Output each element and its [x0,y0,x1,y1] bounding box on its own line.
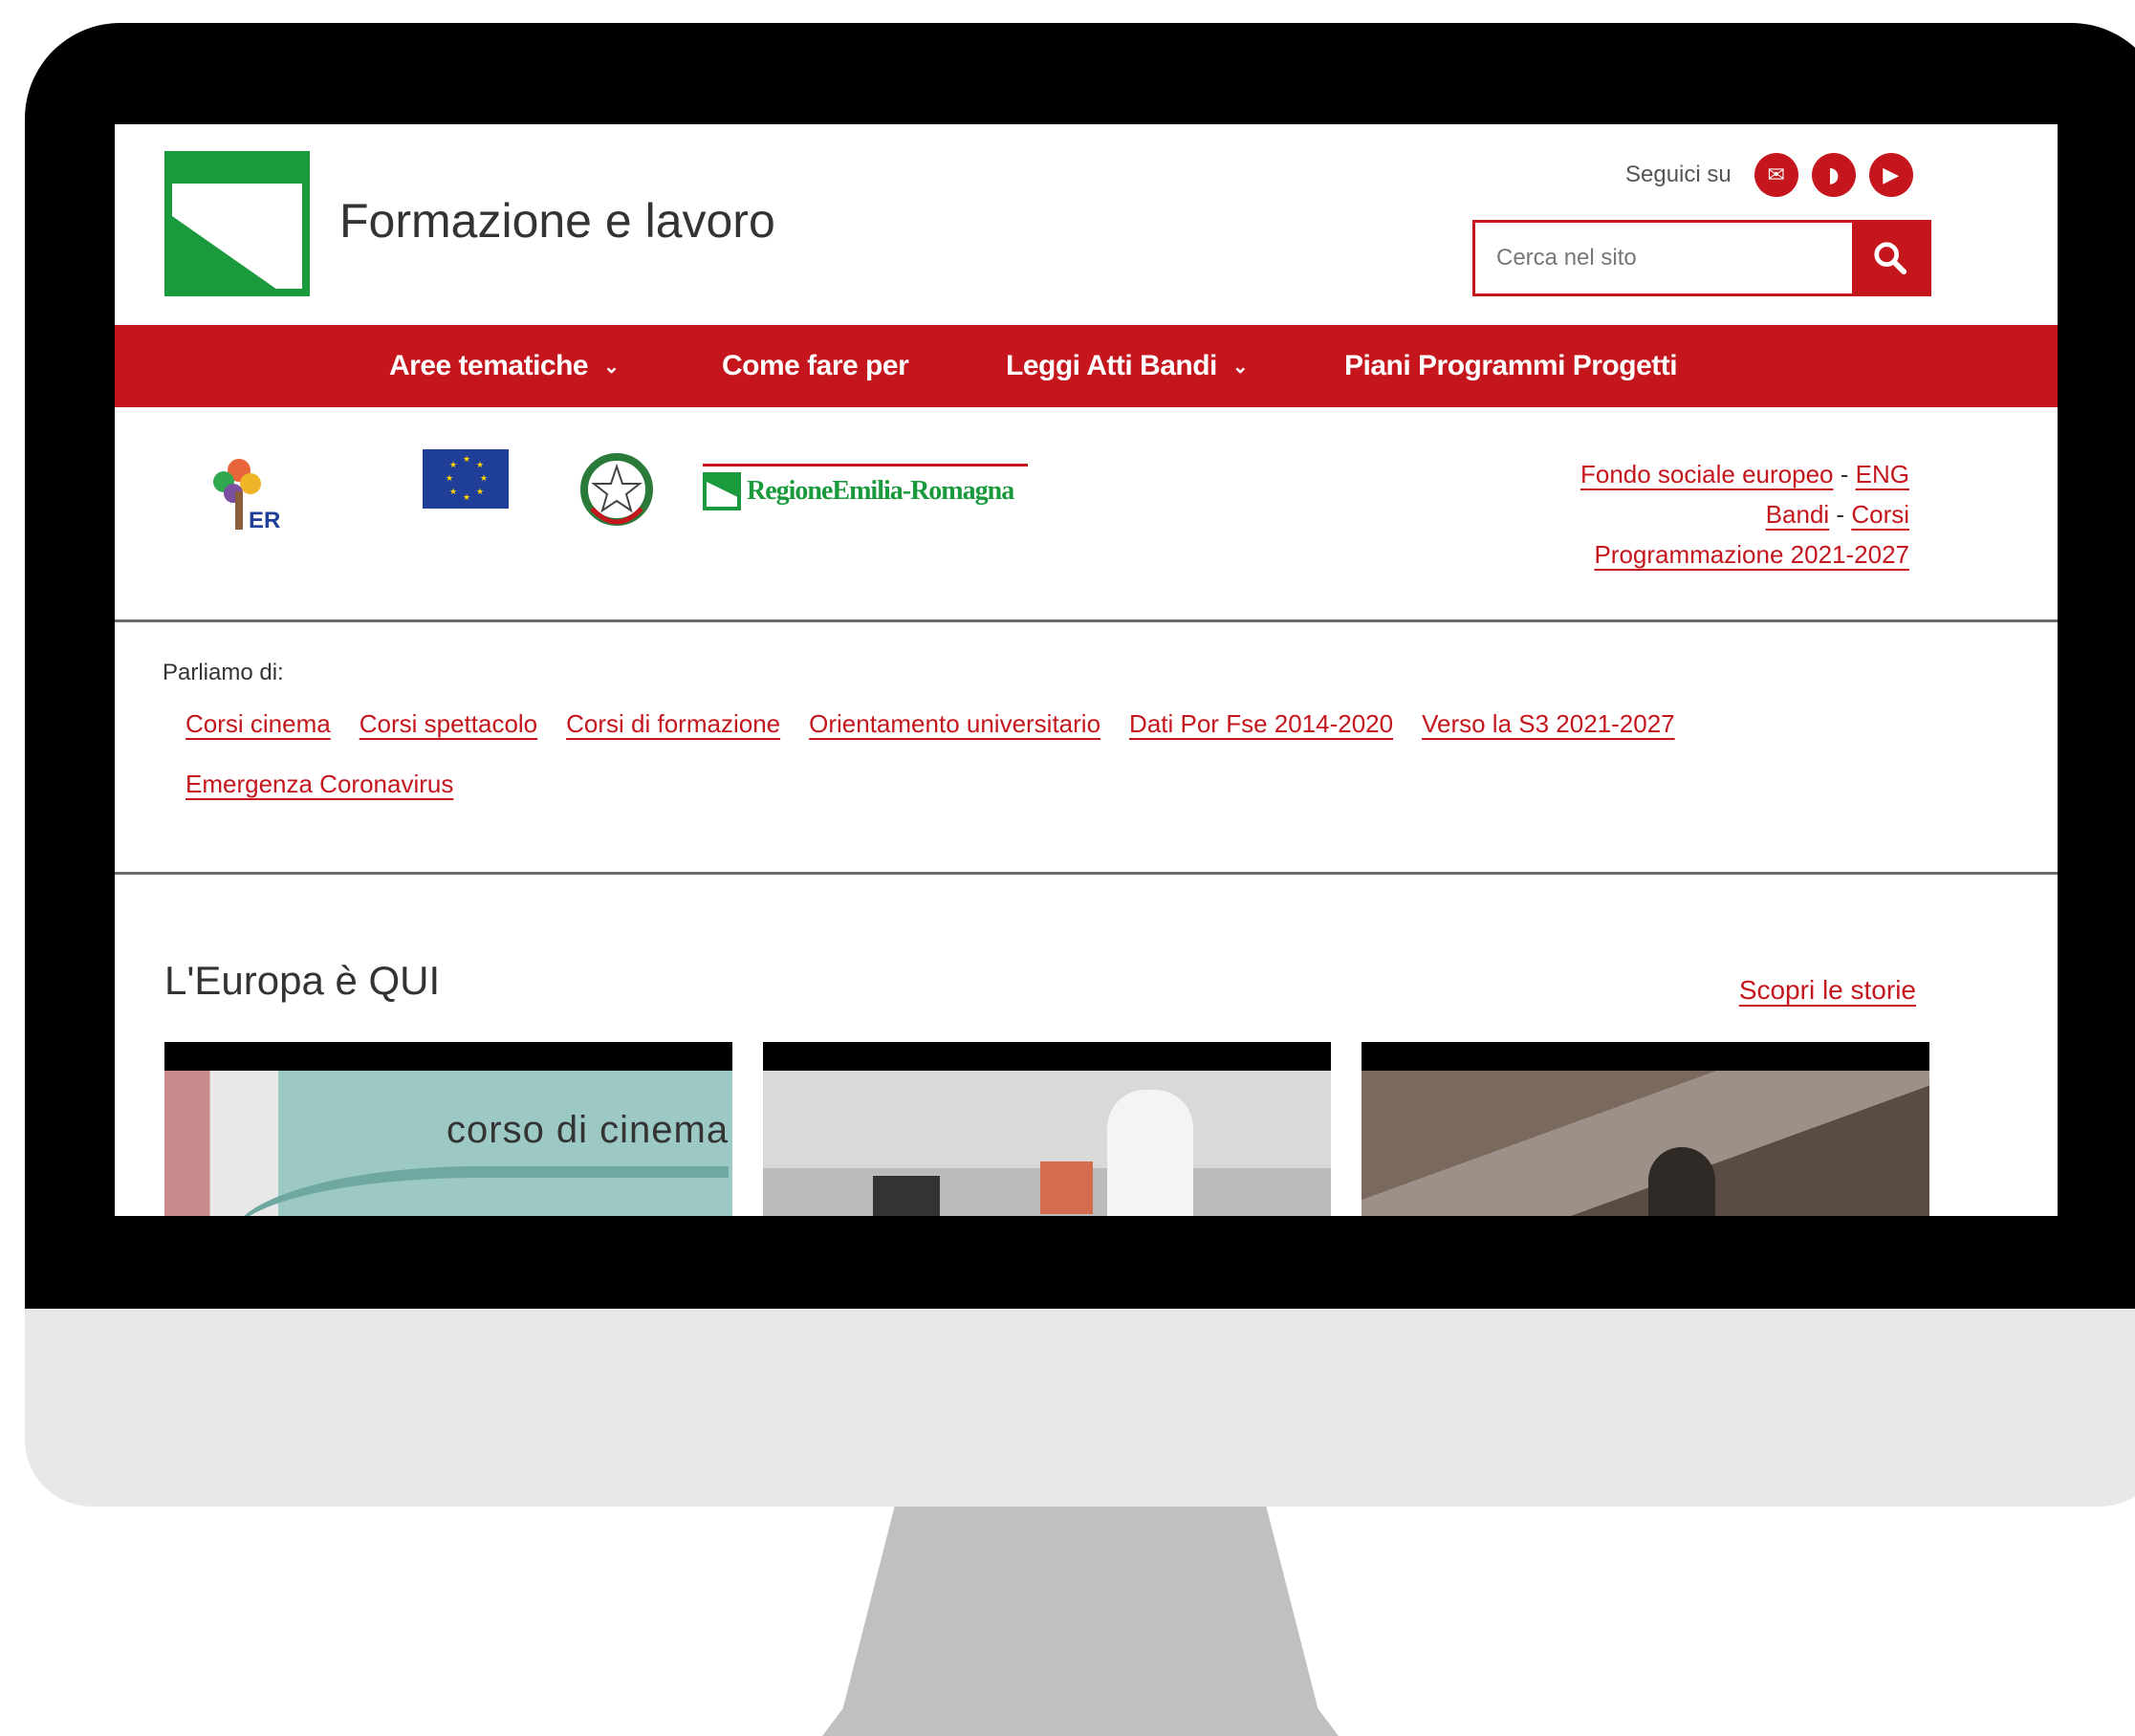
video-card[interactable]: corso di cinema [164,1042,732,1216]
nav-label: Piani Programmi Progetti [1344,350,1678,381]
er-tree-logo: ER [184,449,346,535]
link-bandi[interactable]: Bandi [1766,500,1830,529]
video-thumbnail [763,1071,1331,1216]
video-card[interactable] [763,1042,1331,1216]
regione-emilia-romagna-logo[interactable]: RegioneEmilia-Romagna [703,464,1028,516]
tag-link[interactable]: Corsi di formazione [566,709,780,739]
nav-leggi-atti-bandi[interactable]: Leggi Atti Bandi ⌄ [1006,325,1249,407]
separator: - [1840,460,1849,488]
nav-aree-tematiche[interactable]: Aree tematiche ⌄ [389,325,620,407]
search-button[interactable] [1852,223,1928,293]
discover-stories-link[interactable]: Scopri le storie [1739,975,1916,1005]
link-fondo-sociale-europeo[interactable]: Fondo sociale europeo [1580,460,1834,488]
follow-label: Seguici su [1625,162,1732,187]
monitor-chin [25,1309,2135,1507]
video-thumbnail: corso di cinema [164,1071,732,1216]
tag-link[interactable]: Emergenza Coronavirus [185,770,1906,799]
rss-icon[interactable]: ◗ [1811,153,1856,197]
social-follow: Seguici su ✉ ◗ ▶ [1625,151,1913,199]
divider [115,872,2058,875]
tag-link[interactable]: Verso la S3 2021-2027 [1422,709,1675,739]
nav-piani-programmi-progetti[interactable]: Piani Programmi Progetti [1344,325,1678,407]
nav-come-fare-per[interactable]: Come fare per [722,325,909,407]
video-caption: corso di cinema [447,1109,730,1151]
video-card[interactable] [1362,1042,1929,1216]
fse-links: Fondo sociale europeo - ENG Bandi - Cors… [1580,454,1909,575]
nav-label: Come fare per [722,350,909,381]
tags-title: Parliamo di: [163,660,284,685]
search-icon [1874,242,1907,275]
site-logo[interactable] [164,151,310,296]
link-eng[interactable]: ENG [1856,460,1909,488]
separator: - [1836,500,1845,529]
nav-label: Leggi Atti Bandi [1006,350,1217,381]
tag-list: Corsi cinema Corsi spettacolo Corsi di f… [185,709,1906,799]
tag-link[interactable]: Corsi spettacolo [359,709,537,739]
youtube-icon[interactable]: ▶ [1868,153,1913,197]
link-programmazione[interactable]: Programmazione 2021-2027 [1594,540,1909,569]
tag-link[interactable]: Dati Por Fse 2014-2020 [1129,709,1393,739]
tag-link[interactable]: Corsi cinema [185,709,331,739]
search-box [1472,220,1931,296]
search-input[interactable] [1475,223,1852,293]
site-title[interactable]: Formazione e lavoro [339,193,775,249]
video-thumbnail [1362,1071,1929,1216]
italian-emblem-logo [578,449,655,533]
browser-screen: Formazione e lavoro Seguici su ✉ ◗ ▶ Are… [115,124,2058,1216]
divider [115,619,2058,622]
er-mark: ER [249,508,280,533]
rer-logo-text: RegioneEmilia-Romagna [747,476,1014,506]
nav-label: Aree tematiche [389,350,589,381]
monitor-stand [822,1507,1339,1736]
chevron-down-icon: ⌄ [1231,356,1249,378]
newsletter-icon[interactable]: ✉ [1754,153,1798,197]
stories-link-wrap: Scopri le storie [1739,975,1916,1006]
main-nav: Aree tematiche ⌄ Come fare per Leggi Att… [115,325,2058,407]
chevron-down-icon: ⌄ [603,356,620,378]
section-title: L'Europa è QUI [164,958,441,1003]
eu-flag-logo: ★ ★ ★ ★ ★ ★ ★ ★ [413,449,518,535]
tag-link[interactable]: Orientamento universitario [809,709,1100,739]
link-corsi[interactable]: Corsi [1851,500,1909,529]
